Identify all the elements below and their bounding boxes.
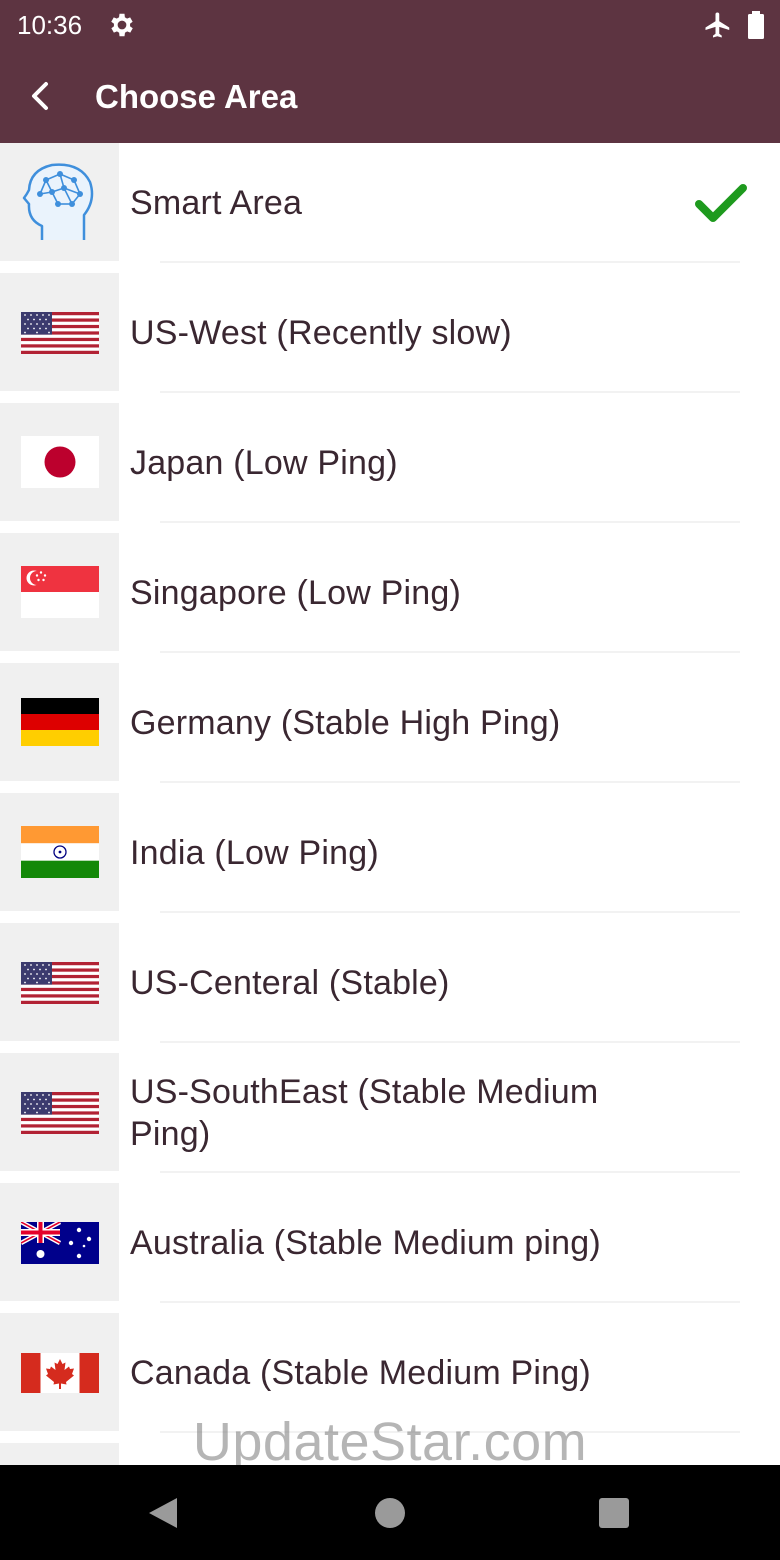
back-arrow-icon[interactable] [14,70,66,122]
app-bar: Choose Area [0,50,780,143]
row-divider [160,781,740,783]
area-icon-box [0,273,119,391]
us-flag-icon [21,1092,99,1134]
area-item-us-west[interactable]: US-West (Recently slow) [0,273,780,403]
area-label: Smart Area [130,184,303,222]
area-item-us-southeast[interactable]: US-SouthEast (Stable Medium Ping) [0,1053,780,1183]
row-divider [160,391,740,393]
battery-icon [748,11,764,39]
area-label: US-SouthEast (Stable Medium Ping) [130,1073,599,1153]
row-divider [160,1171,740,1173]
area-label: Canada (Stable Medium Ping) [130,1354,591,1392]
area-icon-box [0,923,119,1041]
us-flag-icon [21,312,99,354]
row-divider [160,521,740,523]
area-icon-box [0,1183,119,1301]
area-icon-box [0,1053,119,1171]
india-flag-icon [21,826,99,878]
canada-flag-icon [21,1353,99,1393]
row-divider [160,261,740,263]
row-divider [160,1041,740,1043]
area-label: India (Low Ping) [130,834,379,872]
brain-head-icon [22,163,94,240]
nav-recents-icon[interactable] [598,1497,630,1529]
area-item-germany[interactable]: Germany (Stable High Ping) [0,663,780,793]
area-icon-box [0,533,119,651]
area-label: Australia (Stable Medium ping) [130,1224,601,1262]
airplane-icon [705,12,730,38]
nav-home-icon[interactable] [374,1497,406,1529]
area-label: US-Centeral (Stable) [130,964,450,1002]
area-icon-box [0,663,119,781]
area-item-us-centeral[interactable]: US-Centeral (Stable) [0,923,780,1053]
nav-back-icon[interactable] [146,1495,182,1531]
area-list: Smart Area US-West (Recently slow) Japan… [0,143,780,1465]
status-time: 10:36 [17,10,83,40]
area-item-japan[interactable]: Japan (Low Ping) [0,403,780,533]
area-icon-box [0,403,119,521]
area-label: Singapore (Low Ping) [130,574,461,612]
area-item-singapore[interactable]: Singapore (Low Ping) [0,533,780,663]
area-label: Japan (Low Ping) [130,444,398,482]
area-item-australia[interactable]: Australia (Stable Medium ping) [0,1183,780,1313]
area-label: US-West (Recently slow) [130,314,512,352]
singapore-flag-icon [21,566,99,618]
navigation-bar [0,1465,780,1560]
row-divider [160,651,740,653]
area-item-smart[interactable]: Smart Area [0,143,780,273]
area-label: Germany (Stable High Ping) [130,704,561,742]
area-item-india[interactable]: India (Low Ping) [0,793,780,923]
status-bar: 10:36 [0,0,780,50]
gear-icon [111,13,133,37]
us-flag-icon [21,962,99,1004]
japan-flag-icon [21,436,99,488]
page-title: Choose Area [95,78,298,115]
row-divider [160,911,740,913]
germany-flag-icon [21,698,99,746]
australia-flag-icon [21,1222,99,1264]
row-divider [160,1301,740,1303]
checkmark-icon [695,184,747,222]
watermark: UpdateStar.com [192,1412,588,1472]
area-icon-box [0,143,119,261]
area-icon-box [0,793,119,911]
